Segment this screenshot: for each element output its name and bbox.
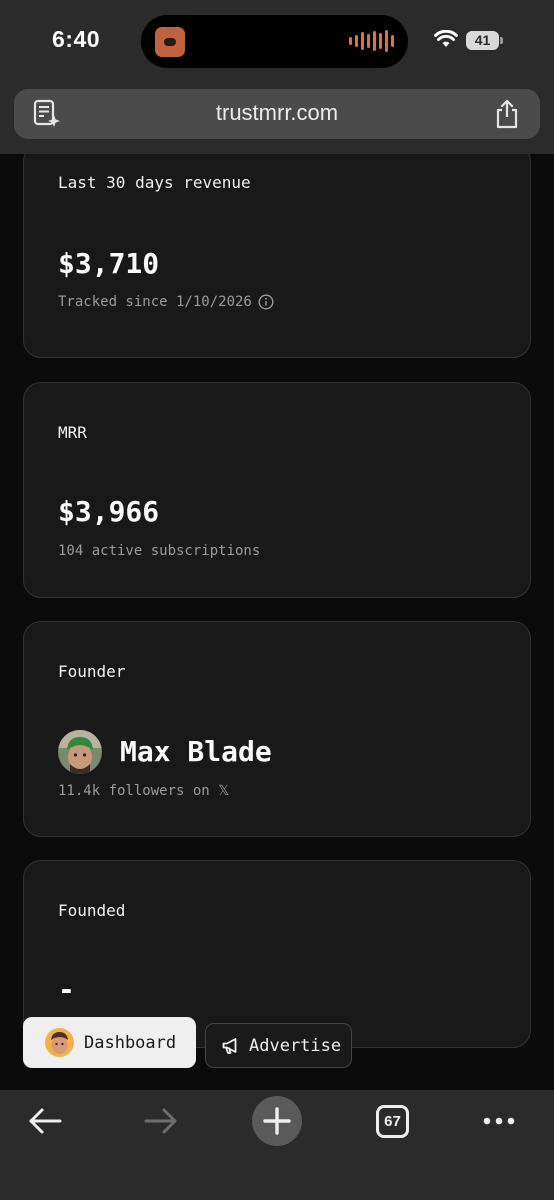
wifi-icon (434, 30, 458, 47)
user-avatar (45, 1028, 74, 1057)
advertise-button[interactable]: Advertise (205, 1023, 352, 1068)
status-time: 6:40 (52, 26, 101, 52)
advertise-label: Advertise (249, 1035, 342, 1056)
battery-indicator: 41 (466, 31, 503, 50)
revenue-tracked-since: Tracked since 1/10/2026 (58, 294, 274, 310)
browser-toolbar: 67 (0, 1090, 554, 1200)
more-dots-icon[interactable] (482, 1116, 516, 1126)
plus-icon (263, 1107, 291, 1135)
page-content[interactable]: Last 30 days revenue $3,710 Tracked sinc… (0, 154, 554, 1090)
founder-name[interactable]: Max Blade (120, 735, 272, 768)
share-icon[interactable] (494, 99, 520, 129)
audio-waveform-icon (349, 30, 394, 52)
dashboard-label: Dashboard (84, 1032, 177, 1053)
new-tab-button[interactable] (252, 1096, 302, 1146)
dynamic-island[interactable] (141, 15, 408, 68)
megaphone-icon (222, 1037, 237, 1054)
address-bar[interactable]: trustmrr.com (14, 89, 540, 139)
founder-label: Founder (58, 662, 126, 681)
revenue-value: $3,710 (58, 247, 160, 280)
tracked-since-text: Tracked since 1/10/2026 (58, 294, 252, 310)
mrr-label: MRR (58, 423, 87, 442)
founder-followers[interactable]: 11.4k followers on 𝕏 (58, 783, 229, 799)
founder-card: Founder Max Blade 11.4k followers on 𝕏 (23, 621, 531, 837)
mrr-card: MRR $3,966 104 active subscriptions (23, 382, 531, 598)
status-and-url-bar: 6:40 41 trustmrr.com (0, 0, 554, 154)
revenue-card: Last 30 days revenue $3,710 Tracked sinc… (23, 154, 531, 358)
founded-value: - (58, 973, 75, 1006)
founded-label: Founded (58, 901, 126, 920)
revenue-label: Last 30 days revenue (58, 173, 251, 192)
mrr-subscriptions: 104 active subscriptions (58, 543, 261, 559)
now-playing-app-icon (155, 27, 185, 57)
tabs-button[interactable]: 67 (376, 1105, 409, 1138)
battery-percent: 41 (474, 32, 491, 48)
arrow-left-icon[interactable] (27, 1105, 63, 1137)
dashboard-button[interactable]: Dashboard (23, 1017, 196, 1068)
url-text[interactable]: trustmrr.com (14, 100, 540, 126)
founder-avatar[interactable] (58, 730, 102, 774)
mrr-value: $3,966 (58, 495, 160, 528)
info-icon[interactable] (258, 294, 274, 310)
arrow-right-icon[interactable] (143, 1105, 179, 1137)
